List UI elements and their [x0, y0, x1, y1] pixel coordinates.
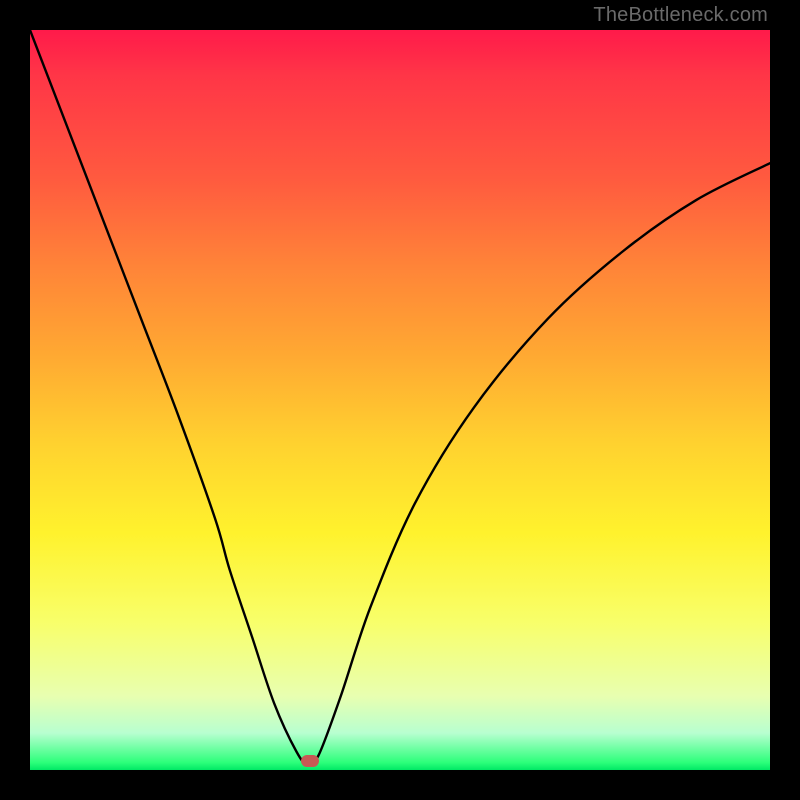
chart-frame: TheBottleneck.com — [0, 0, 800, 800]
minimum-marker — [301, 755, 319, 767]
watermark-text: TheBottleneck.com — [593, 4, 768, 27]
plot-area — [30, 30, 770, 770]
curve-svg — [30, 30, 770, 770]
bottleneck-curve — [30, 30, 770, 765]
